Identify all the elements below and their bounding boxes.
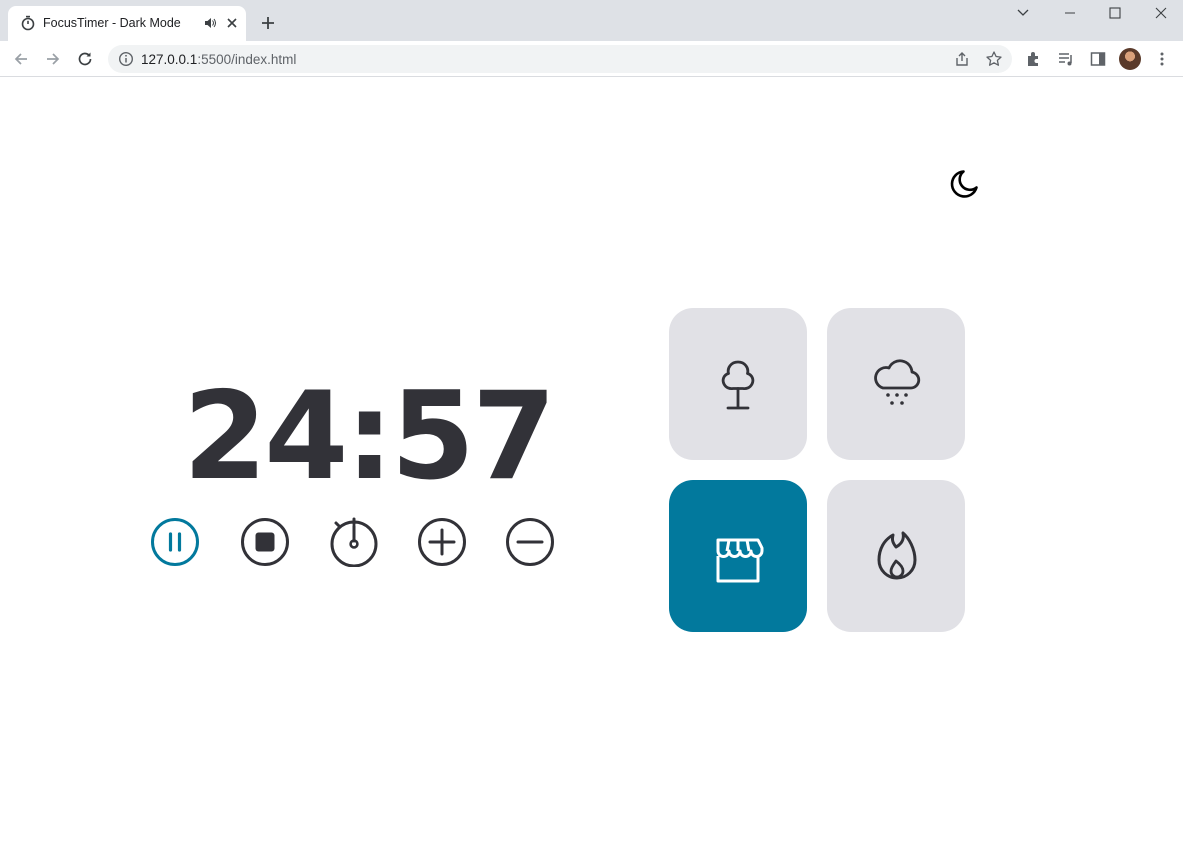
stopwatch-favicon-icon — [21, 15, 35, 31]
timer-minutes: 24 — [183, 366, 348, 507]
stop-button[interactable] — [240, 517, 290, 567]
speaker-icon[interactable] — [204, 17, 216, 29]
media-control-icon[interactable] — [1057, 50, 1075, 68]
flame-icon — [877, 531, 917, 580]
close-window-icon[interactable] — [1146, 4, 1176, 22]
site-info-icon[interactable] — [118, 51, 134, 67]
sound-card-forest[interactable] — [669, 308, 807, 460]
new-tab-plus-icon[interactable] — [259, 14, 277, 32]
plus-icon — [418, 518, 466, 566]
reload-icon[interactable] — [75, 49, 95, 69]
close-tab-icon[interactable] — [225, 16, 239, 30]
pause-icon — [151, 518, 199, 566]
moon-icon[interactable] — [944, 163, 988, 207]
kebab-menu-icon[interactable] — [1153, 50, 1171, 68]
url-path: :5500/index.html — [197, 52, 297, 67]
tab-search-chevron-icon[interactable] — [1008, 4, 1038, 22]
timer-seconds: 57 — [390, 366, 556, 507]
minus-icon — [506, 518, 554, 566]
tree-icon — [721, 360, 755, 410]
sound-card-fireplace[interactable] — [827, 480, 965, 632]
extensions-puzzle-icon[interactable] — [1025, 50, 1043, 68]
stop-icon — [241, 518, 289, 566]
set-timer-button[interactable] — [329, 517, 379, 567]
sound-card-rain[interactable] — [827, 308, 965, 460]
pause-button[interactable] — [150, 517, 200, 567]
decrease-button[interactable] — [505, 517, 555, 567]
back-arrow-icon[interactable] — [11, 49, 31, 69]
profile-avatar[interactable] — [1119, 48, 1141, 70]
storefront-icon — [716, 538, 764, 583]
url-host: 127.0.0.1 — [141, 52, 198, 67]
rain-cloud-icon — [874, 359, 921, 405]
increase-button[interactable] — [417, 517, 467, 567]
tab-strip: FocusTimer - Dark Mode — [0, 0, 1183, 41]
sound-card-coffee-shop[interactable] — [669, 480, 807, 632]
share-icon[interactable] — [953, 50, 971, 68]
maximize-icon[interactable] — [1100, 4, 1130, 22]
bookmark-star-icon[interactable] — [985, 50, 1003, 68]
timer-display: 24:57 — [183, 372, 556, 502]
tab-title: FocusTimer - Dark Mode — [43, 16, 181, 30]
stopwatch-icon — [330, 517, 378, 567]
browser-tab[interactable]: FocusTimer - Dark Mode — [8, 6, 246, 41]
url-text[interactable]: 127.0.0.1:5500/index.html — [141, 52, 296, 67]
timer-separator: : — [345, 366, 393, 507]
address-bar[interactable]: 127.0.0.1:5500/index.html — [108, 45, 1012, 73]
side-panel-icon[interactable] — [1089, 50, 1107, 68]
forward-arrow-icon[interactable] — [43, 49, 63, 69]
browser-toolbar: 127.0.0.1:5500/index.html — [0, 41, 1183, 77]
minimize-icon[interactable] — [1055, 4, 1085, 22]
